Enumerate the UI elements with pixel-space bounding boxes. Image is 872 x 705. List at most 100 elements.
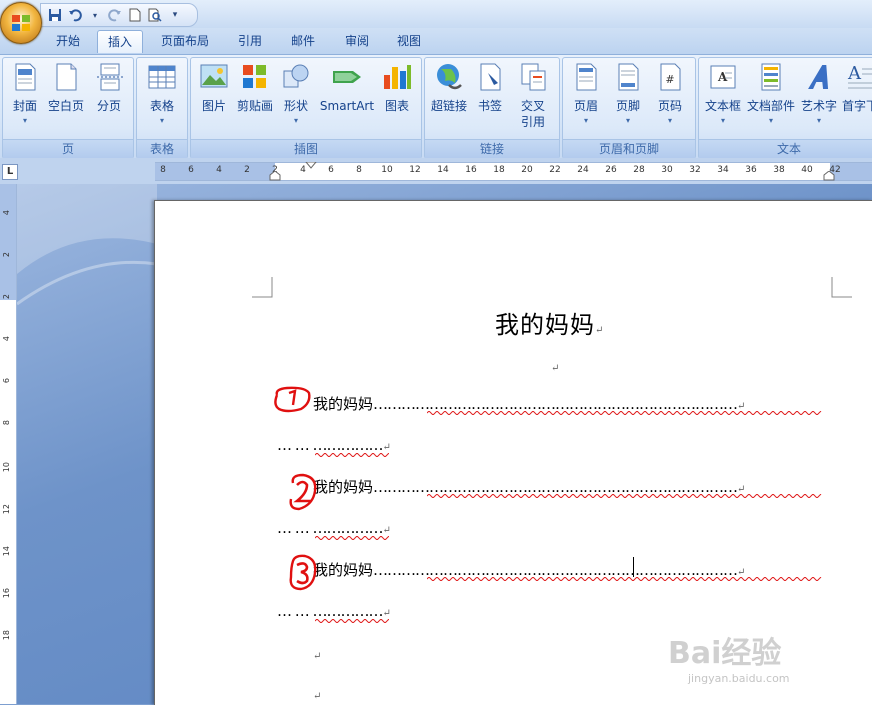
margin-corner-mark-left	[252, 277, 273, 298]
spellcheck-underline	[315, 536, 389, 540]
quick-parts-button[interactable]: 文档部件 ▾	[747, 61, 795, 126]
dropcap-icon: A	[847, 63, 872, 89]
vruler-tick-label: 16	[2, 588, 11, 599]
tab-review[interactable]: 审阅	[337, 30, 377, 52]
baidu-jingyan-watermark: Bai经验 jingyan.baidu.com	[668, 636, 790, 685]
vruler-tick-label: 12	[2, 504, 11, 515]
cover-button[interactable]: 封面 ▾	[7, 61, 43, 126]
svg-text:A: A	[717, 70, 728, 84]
text-cursor	[633, 557, 634, 577]
chevron-down-icon: ▾	[768, 116, 773, 125]
ruler-tick-label: 6	[188, 165, 194, 175]
toc-entry-2-continuation: … … ……………↵	[277, 519, 391, 537]
new-doc-icon[interactable]	[127, 7, 143, 23]
clipart-icon	[243, 65, 266, 88]
spellcheck-underline	[427, 577, 822, 581]
quick-access-toolbar: ▾ ▾	[40, 3, 198, 27]
group-illustrations: 图片 剪贴画 形状 ▾ SmartArt 图表 插图	[190, 57, 422, 159]
group-table: 表格 ▾ 表格	[136, 57, 188, 159]
vruler-top-margin	[0, 184, 16, 300]
office-button[interactable]	[0, 2, 42, 44]
ruler-tick-label: 28	[633, 165, 645, 175]
ruler-tick-label: 6	[328, 165, 334, 175]
tab-mailings[interactable]: 邮件	[283, 30, 323, 52]
hyperlink-button[interactable]: 超链接	[429, 61, 469, 114]
bookmark-button[interactable]: 书签	[473, 61, 507, 114]
ruler-tick-label: 20	[521, 165, 533, 175]
document-title: 我的妈妈↵	[495, 311, 605, 339]
page-break-button[interactable]: 分页	[91, 61, 127, 114]
hyperlink-icon	[437, 64, 462, 90]
office-logo-icon	[12, 15, 30, 31]
cross-reference-button[interactable]: 交叉 引用	[513, 61, 553, 130]
ruler-tick-label: 38	[773, 165, 785, 175]
ruler-tick-label: 24	[577, 165, 589, 175]
chevron-down-icon: ▾	[816, 116, 821, 125]
vruler-tick-label: 4	[2, 336, 11, 342]
save-icon[interactable]	[47, 7, 63, 23]
right-indent-marker-icon[interactable]	[823, 171, 835, 181]
header-button[interactable]: 页眉 ▾	[567, 61, 605, 126]
group-text-label: 文本	[699, 139, 872, 158]
shapes-button[interactable]: 形状 ▾	[279, 61, 313, 126]
first-line-indent-marker-icon[interactable]	[305, 162, 317, 170]
ruler-tick-label: 30	[661, 165, 673, 175]
group-table-label: 表格	[137, 139, 187, 158]
vruler-tick-label: 2	[2, 294, 11, 300]
vruler-tick-label: 18	[2, 630, 11, 641]
tab-insert[interactable]: 插入	[97, 30, 143, 53]
chevron-down-icon: ▾	[625, 116, 630, 125]
wordart-icon	[808, 65, 829, 89]
picture-button[interactable]: 图片	[197, 61, 231, 114]
tab-page-layout[interactable]: 页面布局	[155, 30, 215, 52]
toc-entry-3-continuation: … … ……………↵	[277, 602, 391, 620]
tab-references[interactable]: 引用	[230, 30, 270, 52]
footer-icon	[618, 63, 639, 91]
left-indent-marker-icon[interactable]	[269, 171, 281, 181]
cross-reference-icon	[521, 63, 546, 91]
blank-page-icon	[56, 63, 77, 91]
chevron-down-icon: ▾	[159, 116, 164, 125]
textbox-button[interactable]: A 文本框 ▾	[703, 61, 743, 126]
page-number-button[interactable]: # 页码 ▾	[651, 61, 689, 126]
margin-corner-mark-right	[831, 277, 852, 298]
group-header-footer: 页眉 ▾ 页脚 ▾ # 页码 ▾ 页眉和页脚	[562, 57, 696, 159]
tab-selector[interactable]: L	[2, 164, 18, 180]
spellcheck-underline	[427, 411, 822, 415]
undo-dropdown-icon[interactable]: ▾	[87, 7, 103, 23]
footer-button[interactable]: 页脚 ▾	[609, 61, 647, 126]
handwritten-mark-1	[274, 386, 311, 413]
horizontal-ruler[interactable]: 8 6 4 2 2 4 6 8 10 12 14 16 18 20 22 24 26 28 30 32 34 36 38 40…	[155, 162, 872, 181]
chart-button[interactable]: 图表	[379, 61, 415, 114]
group-illustrations-label: 插图	[191, 139, 421, 158]
dropcap-button[interactable]: A 首字下	[841, 61, 872, 114]
blank-page-button[interactable]: 空白页	[45, 61, 87, 114]
vertical-ruler[interactable]: 4 2 2 4 6 8 10 12 14 16 18	[0, 184, 17, 704]
toc-entry-1-continuation: … … ……………↵	[277, 436, 391, 454]
chevron-down-icon: ▾	[667, 116, 672, 125]
ruler-tick-label: 16	[465, 165, 477, 175]
smartart-icon	[333, 71, 361, 83]
group-text: A 文本框 ▾ 文档部件 ▾ 艺术字 ▾ A 首字下 文本	[698, 57, 872, 159]
page-break-icon	[97, 63, 123, 91]
smartart-button[interactable]: SmartArt	[317, 61, 377, 114]
wordart-button[interactable]: 艺术字 ▾	[799, 61, 839, 126]
group-links-label: 链接	[425, 139, 559, 158]
redo-icon[interactable]	[107, 7, 123, 23]
chevron-down-icon: ▾	[720, 116, 725, 125]
handwritten-mark-3	[289, 554, 317, 591]
ruler-tick-label: 34	[717, 165, 729, 175]
table-button[interactable]: 表格 ▾	[142, 61, 182, 126]
print-preview-icon[interactable]	[147, 7, 163, 23]
customize-icon[interactable]: ▾	[167, 7, 183, 23]
undo-icon[interactable]	[67, 7, 83, 23]
spellcheck-underline	[315, 619, 389, 623]
ruler-tick-label: 10	[381, 165, 393, 175]
chevron-down-icon: ▾	[22, 116, 27, 125]
clipart-button[interactable]: 剪贴画	[235, 61, 275, 114]
vruler-tick-label: 2	[2, 252, 11, 258]
group-page-label: 页	[3, 139, 133, 158]
ruler-tick-label: 18	[493, 165, 505, 175]
tab-view[interactable]: 视图	[389, 30, 429, 52]
tab-home[interactable]: 开始	[48, 30, 88, 52]
